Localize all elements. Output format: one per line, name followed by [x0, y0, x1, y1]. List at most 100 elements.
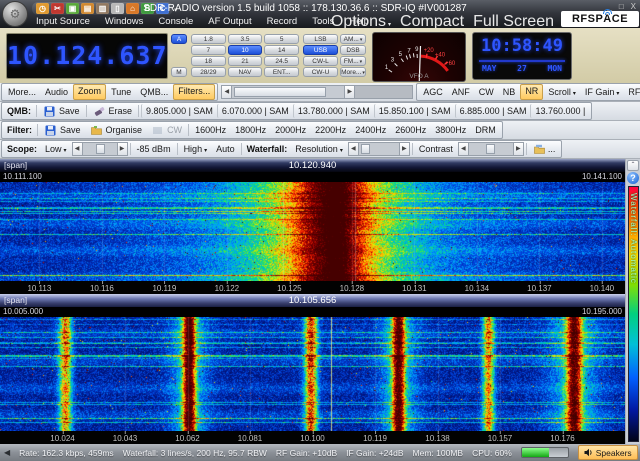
band-2[interactable]: 5 [264, 34, 299, 44]
contrast-slider[interactable]: ◀ ▶ [458, 142, 524, 156]
toolbar-0[interactable]: More... [4, 85, 40, 99]
mode-6[interactable]: CW-U [303, 67, 338, 77]
dsp-2[interactable]: CW [475, 85, 498, 99]
vfo-a-button[interactable]: A [171, 34, 187, 44]
band-6[interactable]: 18 [191, 56, 226, 66]
help-icon[interactable]: ? [627, 172, 639, 184]
display-icon[interactable]: ▣ [66, 3, 79, 14]
filter-width-2[interactable]: 2000Hz [271, 123, 310, 137]
waterfall1-range-high: 10.141.100 [582, 172, 622, 182]
slider-right-icon[interactable]: ▶ [117, 142, 128, 156]
menu-2[interactable]: Console [158, 16, 193, 27]
filter-width-3[interactable]: 2200Hz [311, 123, 350, 137]
collapse-panel-icon[interactable]: ⌃ [627, 160, 639, 171]
filter-width-6[interactable]: 3800Hz [431, 123, 470, 137]
toolbar-1[interactable]: Audio [41, 85, 72, 99]
maximize-button[interactable]: □ [619, 2, 624, 11]
dsp-7[interactable]: RF Gain▾ [624, 85, 640, 99]
band-9[interactable]: 28/29 [191, 67, 226, 77]
status-scroll-left-icon[interactable]: ◀ [4, 448, 10, 457]
qmb-memory-1[interactable]: 6.070.000 | SAM [217, 104, 293, 118]
qmb-memory-5[interactable]: 13.760.000 | [530, 104, 589, 118]
frequency-scrollbar[interactable]: ◀ ▶ [221, 85, 413, 99]
toolbar-5[interactable]: Filters... [173, 84, 215, 100]
scroll-right-icon[interactable]: ▶ [344, 85, 355, 99]
dsp-4[interactable]: NR [520, 84, 543, 100]
slider-left-icon[interactable]: ◀ [72, 142, 83, 156]
scope-auto-button[interactable]: Auto [212, 142, 239, 156]
waterfall-options-button[interactable]: ... [529, 142, 560, 156]
filter-organise-button[interactable]: Organise [86, 123, 147, 137]
waterfall-resolution-button[interactable]: Resolution▾ [291, 142, 347, 156]
status-waterfall-info: Waterfall: 3 lines/s, 200 Hz, 95.7 RBW [123, 448, 267, 458]
waterfall2-display[interactable] [0, 317, 625, 431]
svg-text:+20: +20 [424, 48, 435, 54]
scrollbar-track[interactable] [232, 85, 344, 99]
menu-0[interactable]: Input Source [36, 16, 90, 27]
wf1-tick-3: 10.122 [215, 284, 239, 293]
qmb-memory-3[interactable]: 15.850.100 | SAM [374, 104, 455, 118]
toolbar-4[interactable]: QMB... [136, 85, 172, 99]
dsp-1[interactable]: ANF [448, 85, 474, 99]
chevron-down-icon[interactable]: ⌄ [316, 18, 322, 26]
mode-3[interactable]: DSB [340, 45, 366, 55]
mode-2[interactable]: USB [303, 45, 338, 55]
clock-icon[interactable]: ◷ [36, 3, 49, 14]
menu-4[interactable]: Record [267, 16, 298, 27]
dsp-5[interactable]: Scroll▾ [544, 85, 580, 99]
filter-width-4[interactable]: 2400Hz [351, 123, 390, 137]
band-8[interactable]: 24.5 [264, 56, 299, 66]
menu-1[interactable]: Windows [105, 16, 144, 27]
waterfall1-display[interactable] [0, 182, 625, 281]
filter-save-button[interactable]: Save [40, 123, 85, 137]
mode-0[interactable]: LSB [303, 34, 338, 44]
band-0[interactable]: 1.8 [191, 34, 226, 44]
menu-3[interactable]: AF Output [208, 16, 251, 27]
scrollbar-thumb[interactable] [234, 87, 326, 97]
filter-cw-button[interactable]: CW [147, 123, 186, 137]
band-3[interactable]: 7 [191, 45, 226, 55]
mode-1[interactable]: AM...▾ [340, 34, 366, 44]
frequency-display[interactable]: 10.124.637 [6, 33, 168, 79]
band-7[interactable]: 21 [228, 56, 263, 66]
filter-width-1[interactable]: 1800Hz [231, 123, 270, 137]
qmb-erase-button[interactable]: Erase [89, 104, 137, 118]
toolbar-3[interactable]: Tune [107, 85, 135, 99]
qmb-save-button[interactable]: Save [39, 104, 84, 118]
mode-5[interactable]: FM...▾ [340, 56, 366, 66]
speakers-button[interactable]: Speakers [578, 445, 638, 460]
mode-7[interactable]: More...▾ [340, 67, 366, 77]
band-11[interactable]: ENT... [264, 67, 299, 77]
right-side-panel: ⌃ ? Waterfall: Automatic [625, 159, 640, 444]
qmb-memory-4[interactable]: 6.885.000 | SAM [455, 104, 531, 118]
close-button[interactable]: X [631, 2, 636, 11]
qmb-memory-0[interactable]: 9.805.000 | SAM [141, 104, 217, 118]
vfo-select-group: A M [171, 34, 187, 77]
band-1[interactable]: 3.5 [228, 34, 263, 44]
dsp-3[interactable]: NB [499, 85, 520, 99]
band-4[interactable]: 10 [228, 45, 263, 55]
wf2-tick-7: 10.157 [488, 434, 512, 443]
dsp-0[interactable]: AGC [419, 85, 447, 99]
organise-folder-icon [91, 125, 102, 136]
qmb-memory-2[interactable]: 13.780.000 | SAM [293, 104, 374, 118]
app-logo-icon[interactable]: ⚙ [2, 1, 28, 27]
dsp-6[interactable]: IF Gain▾ [581, 85, 624, 99]
scope-low-slider[interactable]: ◀ ▶ [72, 142, 128, 156]
tools-icon[interactable]: ✂ [51, 3, 64, 14]
wf2-tick-5: 10.119 [363, 434, 387, 443]
waterfall1-axis: 10.11310.11610.11910.12210.12510.12810.1… [0, 281, 625, 294]
scroll-left-icon[interactable]: ◀ [221, 85, 232, 99]
resolution-slider[interactable]: ◀ ▶ [348, 142, 410, 156]
toolbar-2[interactable]: Zoom [73, 84, 106, 100]
band-10[interactable]: NAV [228, 67, 263, 77]
filter-width-5[interactable]: 2600Hz [391, 123, 430, 137]
mode-4[interactable]: CW-L [303, 56, 338, 66]
scope-high-button[interactable]: High▾ [180, 142, 212, 156]
filter-width-0[interactable]: 1600Hz [191, 123, 230, 137]
scope-low-button[interactable]: Low▾ [41, 142, 71, 156]
band-5[interactable]: 14 [264, 45, 299, 55]
filter-width-7[interactable]: DRM [471, 123, 500, 137]
wf1-tick-1: 10.116 [90, 284, 114, 293]
vfo-m-button[interactable]: M [171, 67, 187, 77]
